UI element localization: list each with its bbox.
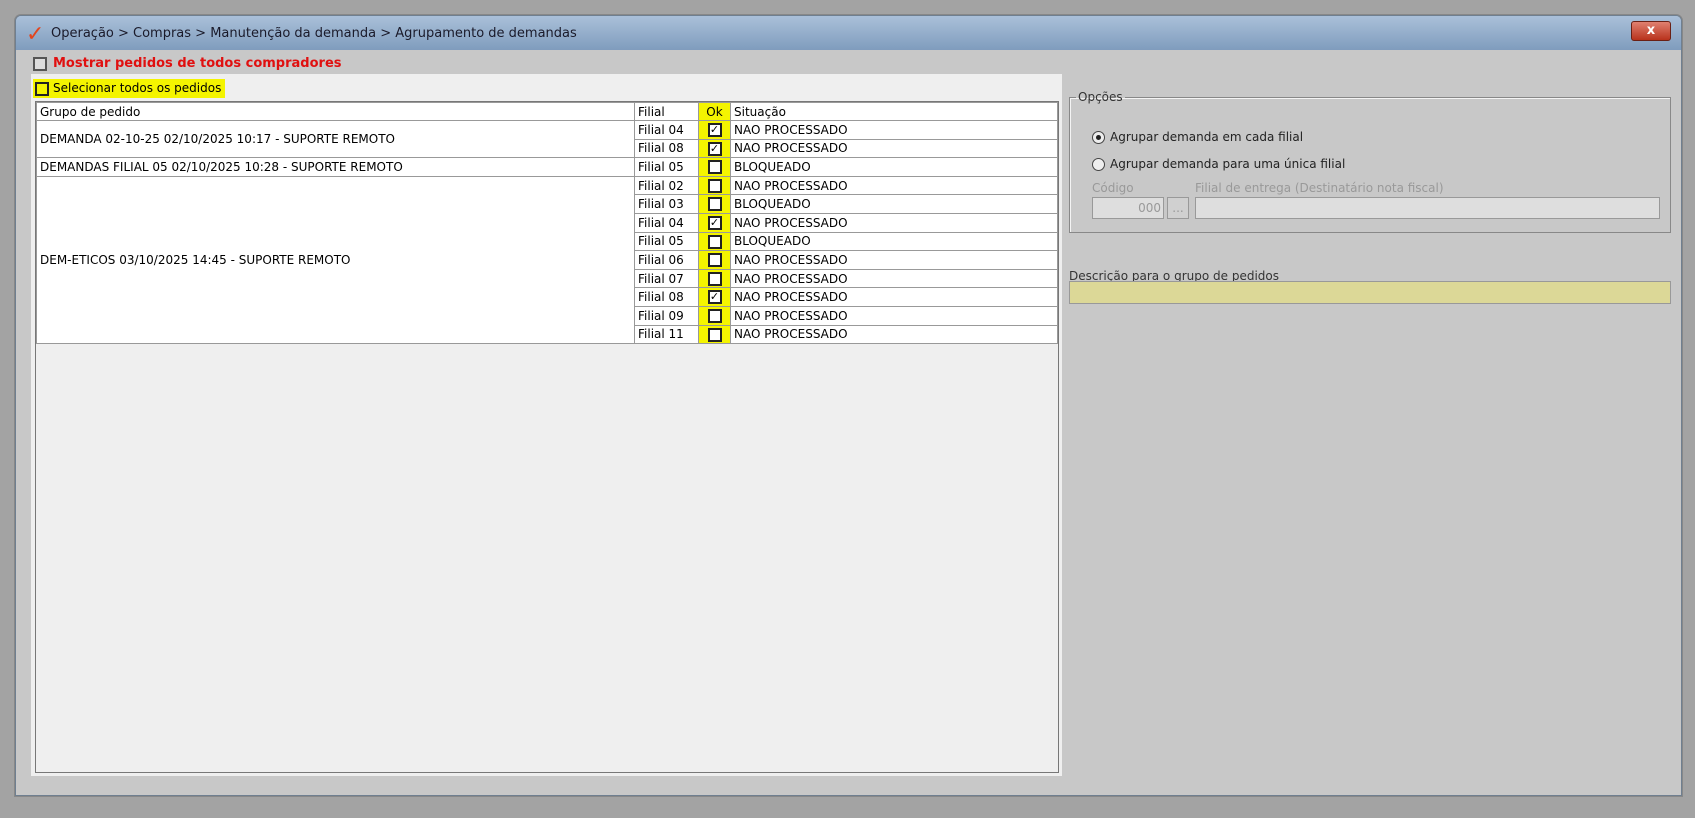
radio-group-single-filial[interactable]: Agrupar demanda para uma única filial bbox=[1092, 157, 1345, 171]
filial-cell: Filial 08 bbox=[634, 287, 699, 307]
orders-panel: Selecionar todos os pedidos Grupo de ped… bbox=[31, 74, 1062, 776]
filial-cell: Filial 05 bbox=[634, 157, 699, 177]
checkbox-checked-icon[interactable]: ✓ bbox=[707, 216, 722, 231]
filial-cell: Filial 05 bbox=[634, 231, 699, 252]
header-ok[interactable]: Ok bbox=[698, 102, 731, 121]
ok-cell[interactable]: ✓ bbox=[698, 287, 731, 307]
window-title: Operação > Compras > Manutenção da deman… bbox=[51, 26, 577, 41]
show-all-buyers-label: Mostrar pedidos de todos compradores bbox=[53, 56, 342, 71]
codigo-input[interactable]: 000 bbox=[1092, 197, 1164, 219]
ok-cell[interactable] bbox=[698, 175, 731, 196]
select-all-checkbox[interactable]: Selecionar todos os pedidos bbox=[33, 79, 226, 98]
status-cell: NAO PROCESSADO bbox=[730, 250, 1058, 270]
group-name: DEMANDA 02-10-25 02/10/2025 10:17 - SUPO… bbox=[36, 119, 635, 159]
checkbox-checked-icon[interactable]: ✓ bbox=[707, 290, 722, 305]
ok-cell[interactable] bbox=[698, 324, 731, 345]
radio-selected-icon[interactable] bbox=[1092, 131, 1105, 144]
description-input[interactable] bbox=[1069, 281, 1671, 304]
radio-icon[interactable] bbox=[1092, 158, 1105, 171]
status-cell: NAO PROCESSADO bbox=[730, 175, 1058, 196]
ok-cell[interactable]: ✓ bbox=[698, 212, 731, 233]
group-name: DEMANDAS FILIAL 05 02/10/2025 10:28 - SU… bbox=[36, 157, 635, 177]
orders-grid[interactable]: Grupo de pedido Filial Ok Situação DEMAN… bbox=[35, 101, 1059, 773]
status-cell: NAO PROCESSADO bbox=[730, 324, 1058, 345]
codigo-label: Código bbox=[1092, 181, 1134, 195]
checkbox-icon[interactable] bbox=[35, 81, 49, 96]
status-cell: NAO PROCESSADO bbox=[730, 212, 1058, 233]
filial-cell: Filial 08 bbox=[634, 138, 699, 159]
status-cell: NAO PROCESSADO bbox=[730, 287, 1058, 307]
checkbox-icon[interactable] bbox=[707, 234, 722, 249]
radio-group-each-filial[interactable]: Agrupar demanda em cada filial bbox=[1092, 130, 1303, 144]
checkbox-icon[interactable] bbox=[33, 56, 47, 71]
radio2-label: Agrupar demanda para uma única filial bbox=[1110, 157, 1346, 171]
filial-entrega-label: Filial de entrega (Destinatário nota fis… bbox=[1195, 181, 1444, 195]
app-logo-icon: ✓ bbox=[26, 22, 45, 47]
filial-cell: Filial 07 bbox=[634, 268, 699, 289]
options-legend: Opções bbox=[1078, 90, 1123, 104]
filial-cell: Filial 02 bbox=[634, 175, 699, 196]
ok-cell[interactable] bbox=[698, 305, 731, 326]
group-name: DEM-ETICOS 03/10/2025 14:45 - SUPORTE RE… bbox=[36, 175, 635, 345]
checkbox-icon[interactable] bbox=[707, 327, 722, 342]
status-cell: NAO PROCESSADO bbox=[730, 120, 1058, 140]
checkbox-checked-icon[interactable]: ✓ bbox=[707, 141, 722, 156]
filial-cell: Filial 04 bbox=[634, 120, 699, 140]
options-group: Opções Agrupar demanda em cada filial Ag… bbox=[1069, 90, 1671, 233]
ok-cell[interactable] bbox=[698, 268, 731, 289]
header-group[interactable]: Grupo de pedido bbox=[36, 102, 635, 121]
ok-cell[interactable] bbox=[698, 157, 731, 177]
checkbox-icon[interactable] bbox=[707, 178, 722, 193]
status-cell: BLOQUEADO bbox=[730, 231, 1058, 252]
filial-entrega-input[interactable] bbox=[1195, 197, 1660, 219]
header-filial[interactable]: Filial bbox=[634, 102, 699, 121]
checkbox-icon[interactable] bbox=[707, 308, 722, 323]
ok-cell[interactable] bbox=[698, 231, 731, 252]
checkbox-icon[interactable] bbox=[707, 253, 722, 268]
checkbox-icon[interactable] bbox=[707, 197, 722, 212]
checkbox-icon[interactable] bbox=[707, 160, 722, 175]
ok-cell[interactable] bbox=[698, 194, 731, 214]
lookup-button[interactable]: ... bbox=[1167, 197, 1189, 219]
table-row[interactable]: DEM-ETICOS 03/10/2025 14:45 - SUPORTE RE… bbox=[36, 175, 1058, 345]
window: ✓ Operação > Compras > Manutenção da dem… bbox=[15, 15, 1682, 796]
checkbox-checked-icon[interactable]: ✓ bbox=[707, 123, 722, 138]
filial-cell: Filial 11 bbox=[634, 324, 699, 345]
radio1-label: Agrupar demanda em cada filial bbox=[1110, 130, 1304, 144]
status-cell: BLOQUEADO bbox=[730, 157, 1058, 177]
status-cell: NAO PROCESSADO bbox=[730, 268, 1058, 289]
filial-cell: Filial 04 bbox=[634, 212, 699, 233]
close-button[interactable]: x bbox=[1631, 21, 1671, 41]
status-cell: BLOQUEADO bbox=[730, 194, 1058, 214]
select-all-label: Selecionar todos os pedidos bbox=[53, 81, 222, 95]
status-cell: NAO PROCESSADO bbox=[730, 138, 1058, 159]
show-all-buyers-checkbox[interactable]: Mostrar pedidos de todos compradores bbox=[33, 56, 342, 71]
title-bar: ✓ Operação > Compras > Manutenção da dem… bbox=[16, 16, 1681, 50]
checkbox-icon[interactable] bbox=[707, 271, 722, 286]
ok-cell[interactable]: ✓ bbox=[698, 138, 731, 159]
filial-cell: Filial 03 bbox=[634, 194, 699, 214]
filial-cell: Filial 06 bbox=[634, 250, 699, 270]
status-cell: NAO PROCESSADO bbox=[730, 305, 1058, 326]
table-row[interactable]: DEMANDAS FILIAL 05 02/10/2025 10:28 - SU… bbox=[36, 157, 1058, 177]
ok-cell[interactable]: ✓ bbox=[698, 120, 731, 140]
header-status[interactable]: Situação bbox=[730, 102, 1058, 121]
ok-cell[interactable] bbox=[698, 250, 731, 270]
filial-cell: Filial 09 bbox=[634, 305, 699, 326]
table-row[interactable]: DEMANDA 02-10-25 02/10/2025 10:17 - SUPO… bbox=[36, 119, 1058, 159]
